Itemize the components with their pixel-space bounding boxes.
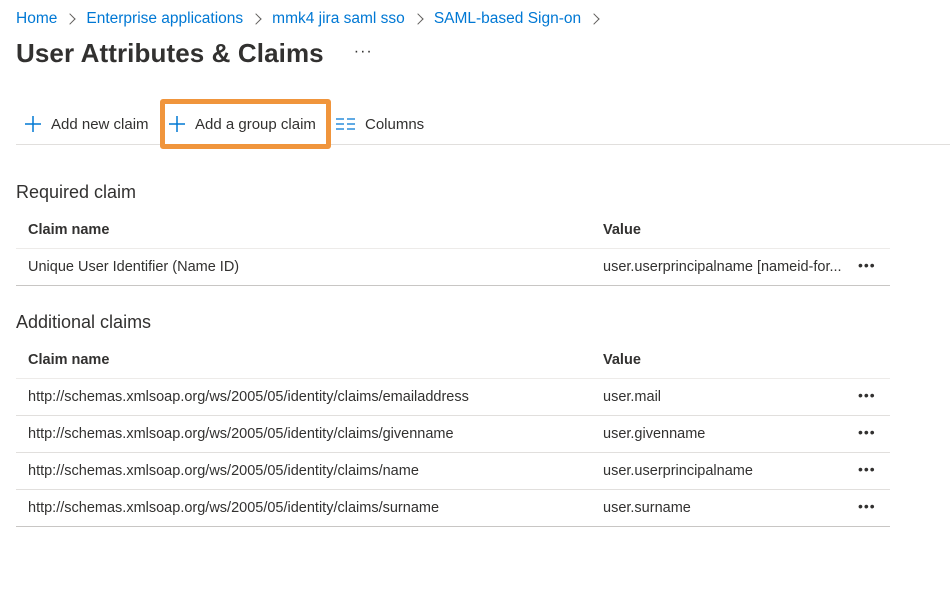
claim-name: http://schemas.xmlsoap.org/ws/2005/05/id… [28, 463, 419, 479]
table-header-row: Claim name Value [16, 342, 890, 379]
plus-icon [24, 115, 42, 133]
breadcrumb-enterprise-applications[interactable]: Enterprise applications [86, 10, 243, 28]
row-more-options-icon[interactable]: ••• [858, 499, 876, 513]
row-more-options-icon[interactable]: ••• [858, 462, 876, 476]
claim-value: user.userprincipalname [nameid-for... [603, 259, 842, 275]
claim-value: user.givenname [603, 426, 706, 442]
table-row[interactable]: http://schemas.xmlsoap.org/ws/2005/05/id… [16, 416, 890, 453]
table-row[interactable]: http://schemas.xmlsoap.org/ws/2005/05/id… [16, 490, 890, 527]
page-title: User Attributes & Claims [16, 38, 324, 68]
more-options-icon[interactable]: ··· [354, 43, 373, 61]
command-bar: Add new claim Add a group claim Columns [16, 99, 950, 149]
add-group-claim-button[interactable]: Add a group claim [168, 104, 316, 144]
column-header-claim-name[interactable]: Claim name [28, 222, 109, 238]
breadcrumb-app[interactable]: mmk4 jira saml sso [272, 10, 405, 28]
columns-button[interactable]: Columns [336, 104, 424, 144]
row-more-options-icon[interactable]: ••• [858, 388, 876, 402]
claim-name: Unique User Identifier (Name ID) [28, 259, 240, 275]
add-new-claim-label: Add new claim [51, 115, 149, 133]
add-group-claim-label: Add a group claim [195, 115, 316, 133]
required-claim-heading: Required claim [16, 182, 137, 202]
claim-value: user.userprincipalname [603, 463, 753, 479]
chevron-right-icon [412, 13, 424, 25]
add-new-claim-button[interactable]: Add new claim [24, 104, 149, 144]
column-header-claim-name[interactable]: Claim name [28, 352, 109, 368]
column-header-value[interactable]: Value [603, 222, 641, 238]
chevron-right-icon [64, 13, 77, 25]
claim-value: user.surname [603, 500, 691, 516]
claim-name: http://schemas.xmlsoap.org/ws/2005/05/id… [28, 389, 469, 405]
breadcrumb: Home Enterprise applications mmk4 jira s… [16, 9, 610, 29]
claim-value: user.mail [603, 389, 662, 405]
breadcrumb-home[interactable]: Home [16, 10, 57, 28]
chevron-right-icon [588, 13, 600, 25]
row-more-options-icon[interactable]: ••• [858, 258, 876, 272]
plus-icon [168, 115, 186, 133]
table-header-row: Claim name Value [16, 212, 890, 249]
table-row[interactable]: Unique User Identifier (Name ID) user.us… [16, 249, 890, 286]
claim-name: http://schemas.xmlsoap.org/ws/2005/05/id… [28, 426, 454, 442]
chevron-right-icon [250, 13, 262, 25]
table-row[interactable]: http://schemas.xmlsoap.org/ws/2005/05/id… [16, 379, 890, 416]
additional-claims-table: Claim name Value http://schemas.xmlsoap.… [16, 342, 890, 527]
title-row: User Attributes & Claims ··· [16, 38, 373, 69]
required-claims-table: Claim name Value Unique User Identifier … [16, 212, 890, 286]
column-header-value[interactable]: Value [603, 352, 641, 368]
breadcrumb-saml-sign-on[interactable]: SAML-based Sign-on [434, 10, 581, 28]
columns-label: Columns [365, 115, 425, 133]
additional-claims-heading: Additional claims [16, 312, 152, 332]
columns-icon [336, 117, 356, 131]
row-more-options-icon[interactable]: ••• [858, 425, 876, 439]
table-row[interactable]: http://schemas.xmlsoap.org/ws/2005/05/id… [16, 453, 890, 490]
claim-name: http://schemas.xmlsoap.org/ws/2005/05/id… [28, 500, 440, 516]
